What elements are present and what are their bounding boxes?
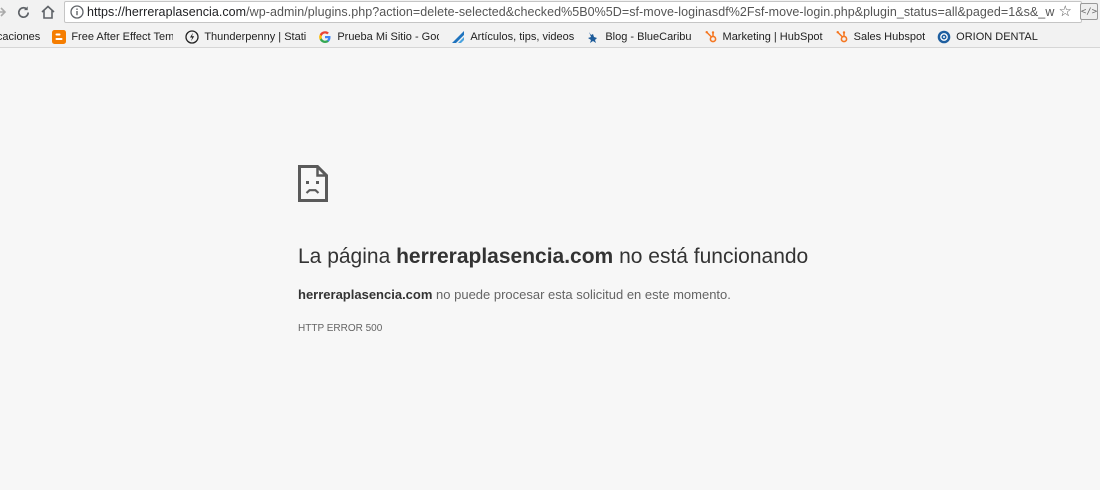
url-text: https://herreraplasencia.com/wp-admin/pl… xyxy=(87,5,1055,19)
bookmark-star-icon[interactable]: ☆ xyxy=(1059,3,1072,21)
browser-toolbar: https://herreraplasencia.com/wp-admin/pl… xyxy=(0,0,1100,25)
bookmark-free-after-effect[interactable]: Free After Effect Temp xyxy=(52,28,173,46)
blogger-icon xyxy=(52,29,67,44)
bookmark-label: Free After Effect Temp xyxy=(71,30,174,43)
hubspot-icon xyxy=(704,30,718,44)
extension-icon[interactable]: </> xyxy=(1080,3,1098,20)
error-description: herreraplasencia.com no puede procesar e… xyxy=(298,287,731,302)
reload-icon[interactable] xyxy=(14,3,32,21)
bluecaribu-icon xyxy=(586,30,600,44)
google-icon xyxy=(318,30,332,44)
bookmark-label: licaciones xyxy=(0,30,41,43)
bookmark-label: ORION DENTAL xyxy=(956,30,1038,43)
bookmark-label: Blog - BlueCaribu xyxy=(605,30,692,43)
error-page: La página herreraplasencia.com no está f… xyxy=(0,49,1100,490)
bookmark-bluecaribu[interactable]: Blog - BlueCaribu xyxy=(586,28,692,46)
bookmark-orion-dental[interactable]: ORION DENTAL xyxy=(937,28,1038,46)
sad-page-icon xyxy=(298,165,328,202)
stripes-icon xyxy=(451,30,465,44)
orion-icon xyxy=(937,30,951,44)
browser-chrome: https://herreraplasencia.com/wp-admin/pl… xyxy=(0,0,1100,48)
bookmark-label: Artículos, tips, videos xyxy=(470,30,575,43)
bookmark-label: Thunderpenny | Static xyxy=(204,30,307,43)
thunderpenny-icon xyxy=(185,29,199,44)
bookmark-label: Marketing | HubSpot xyxy=(722,30,823,43)
error-code: HTTP ERROR 500 xyxy=(298,323,383,334)
error-title: La página herreraplasencia.com no está f… xyxy=(298,245,809,268)
bookmark-prueba-mi-sitio[interactable]: Prueba Mi Sitio - Goo xyxy=(318,28,439,46)
address-bar[interactable]: https://herreraplasencia.com/wp-admin/pl… xyxy=(64,1,1082,23)
bookmark-apps[interactable]: licaciones xyxy=(0,28,40,46)
bookmarks-bar: licaciones Free After Effect Temp Thunde… xyxy=(0,26,1100,47)
bookmark-label: Prueba Mi Sitio - Goo xyxy=(337,30,440,43)
bookmark-articulos[interactable]: Artículos, tips, videos xyxy=(451,28,574,46)
bookmark-thunderpenny[interactable]: Thunderpenny | Static xyxy=(185,28,306,46)
home-icon[interactable] xyxy=(39,3,57,21)
bookmark-marketing-hubspot[interactable]: Marketing | HubSpot xyxy=(704,28,823,46)
hubspot-icon xyxy=(835,30,849,44)
forward-icon[interactable] xyxy=(0,3,10,21)
info-icon[interactable] xyxy=(67,2,87,22)
bookmark-sales-hubspot[interactable]: Sales Hubspot xyxy=(835,28,926,46)
bookmark-label: Sales Hubspot xyxy=(853,30,926,43)
